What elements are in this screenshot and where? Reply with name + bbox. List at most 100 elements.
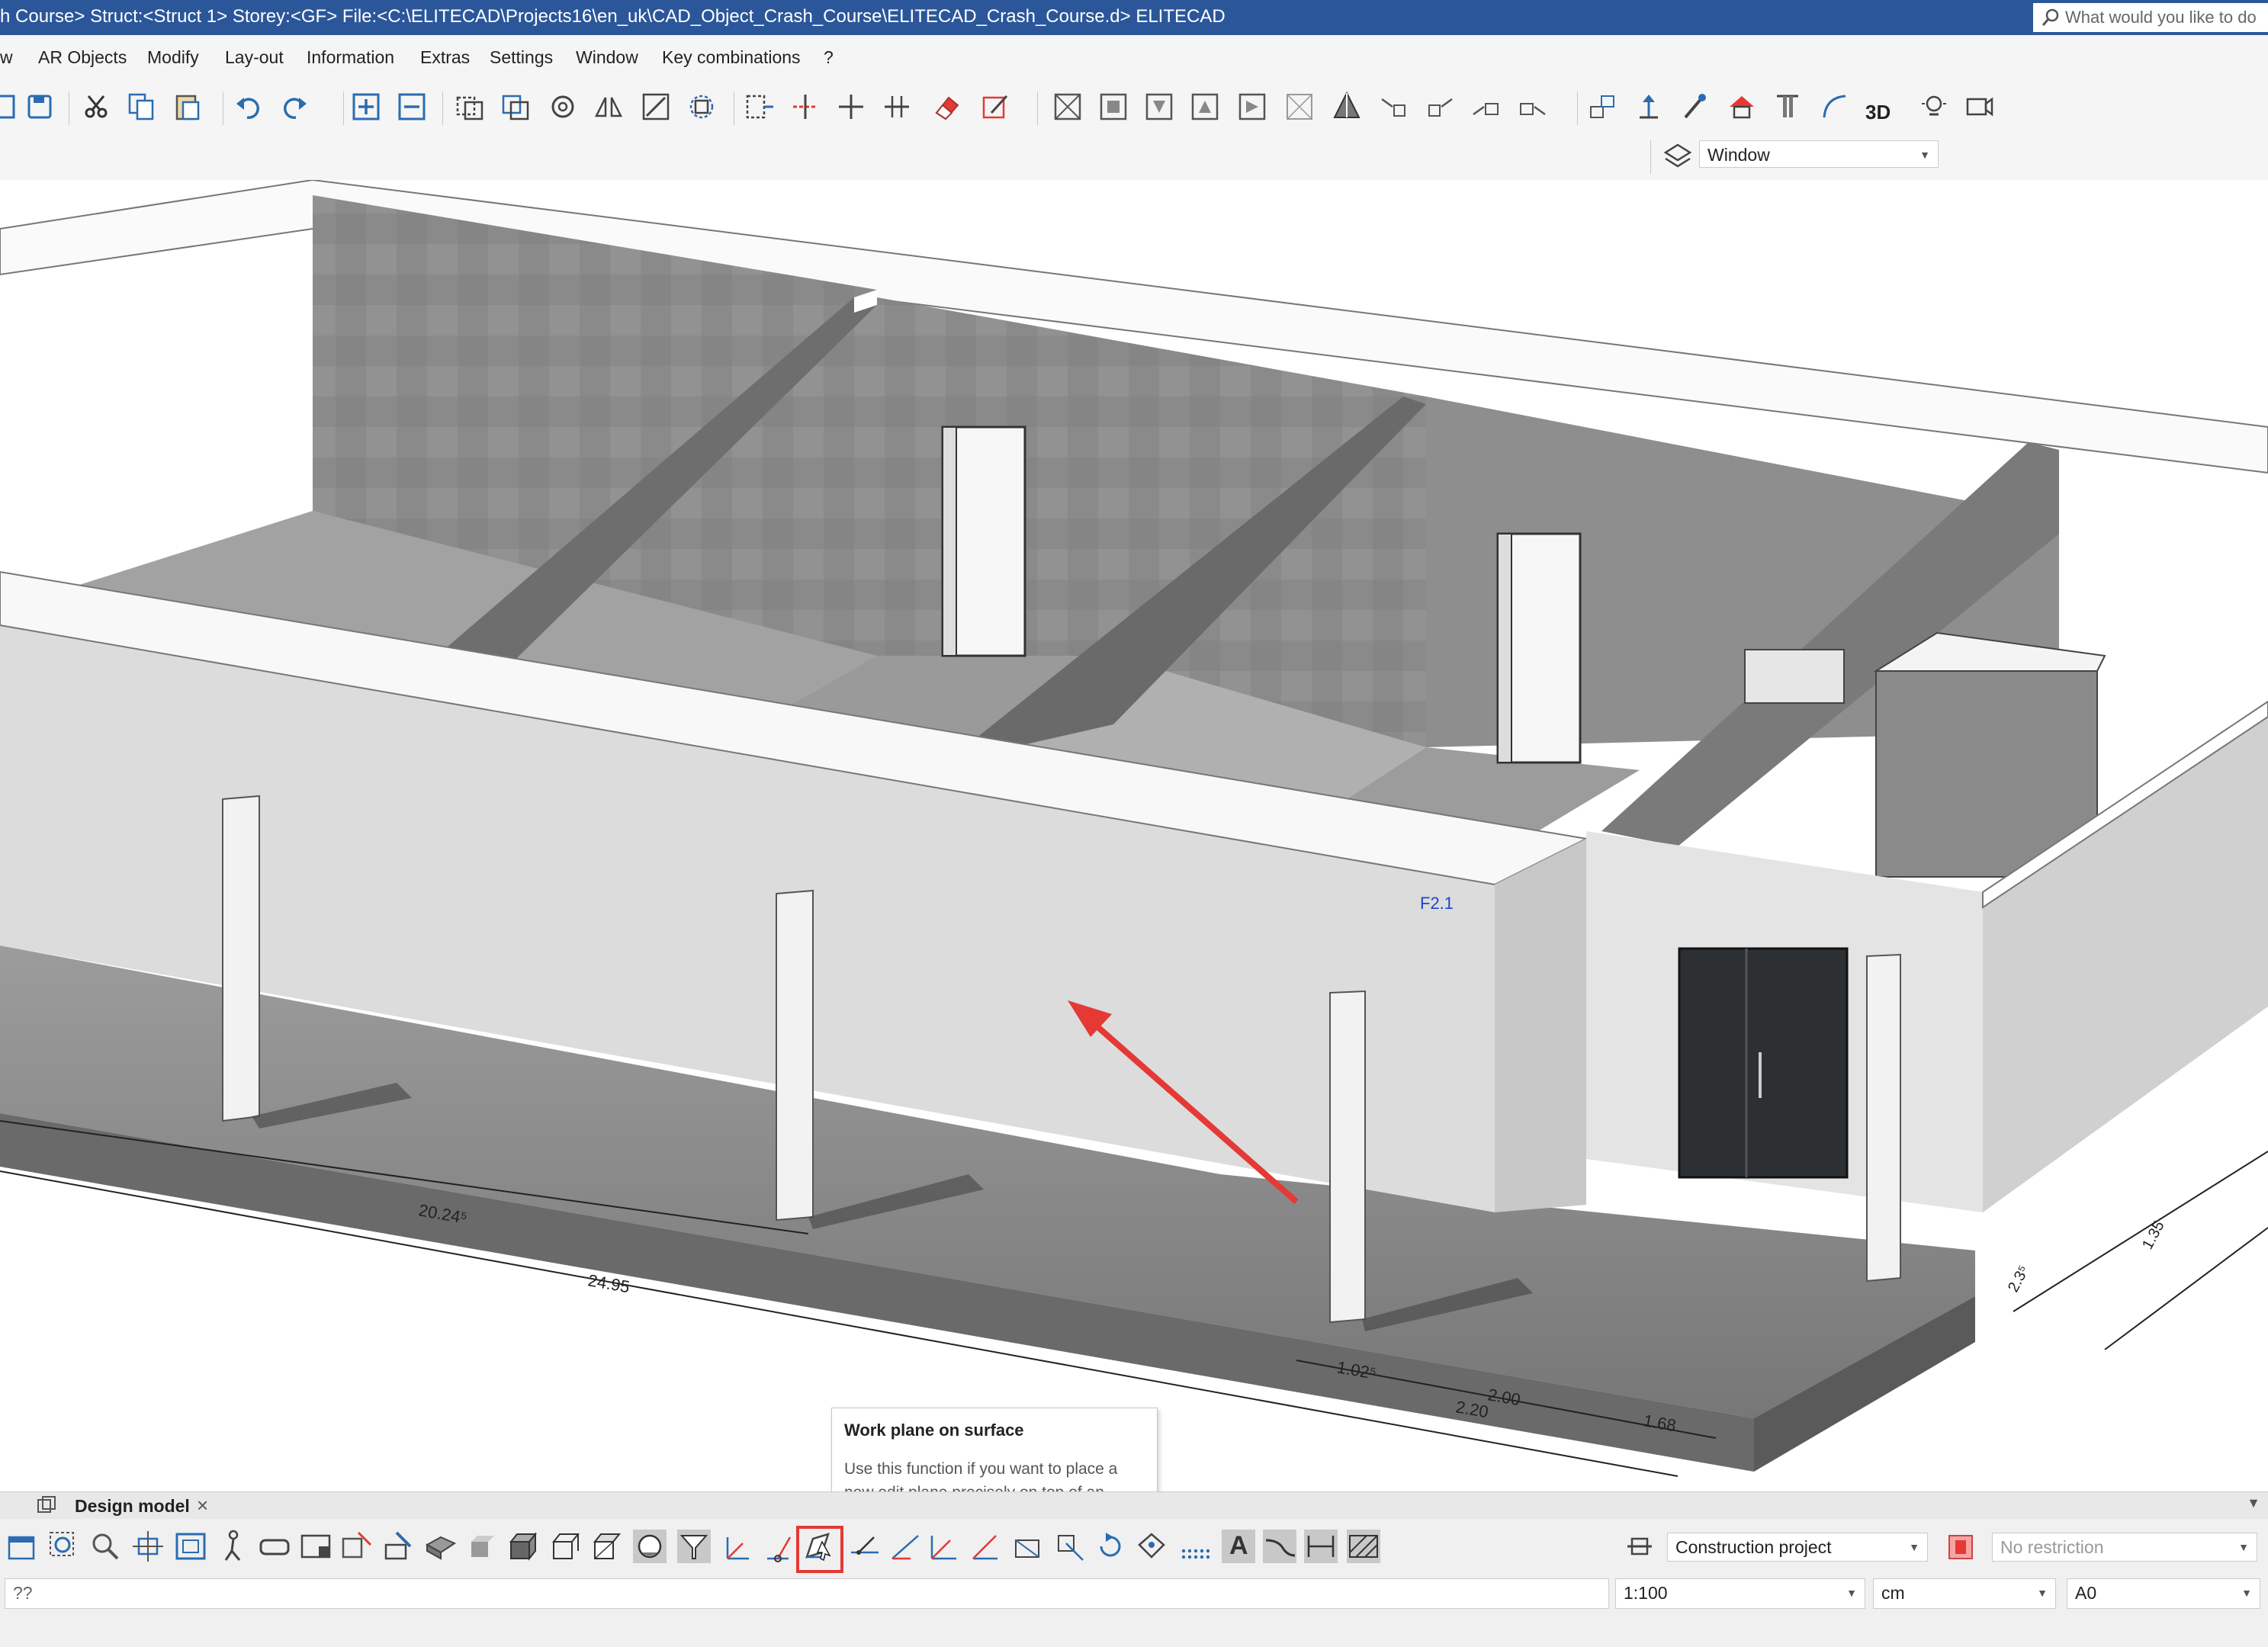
viewport-frame-icon[interactable] <box>299 1530 332 1563</box>
paint-icon[interactable] <box>1679 92 1710 122</box>
workplane-rotate-icon[interactable] <box>888 1530 921 1563</box>
trim-icon[interactable] <box>790 92 821 122</box>
solid-box-icon[interactable] <box>506 1530 540 1563</box>
dimension-toggle[interactable] <box>1304 1530 1338 1563</box>
workplane-reset-icon[interactable] <box>1094 1530 1127 1563</box>
light-icon[interactable] <box>1919 92 1949 122</box>
zoom-icon[interactable] <box>88 1530 122 1563</box>
restriction-icon[interactable] <box>1946 1533 1975 1562</box>
array-icon[interactable] <box>686 92 717 122</box>
workplane-object-icon[interactable] <box>1052 1530 1086 1563</box>
walk-icon[interactable] <box>217 1530 250 1563</box>
menu-modify[interactable]: Modify <box>147 47 199 68</box>
render-icon[interactable] <box>381 1530 415 1563</box>
camera-icon[interactable] <box>1964 92 1995 122</box>
redo-icon[interactable] <box>279 92 310 122</box>
menu-settings[interactable]: Settings <box>490 47 553 68</box>
project-icon <box>1627 1537 1652 1556</box>
shading-icon[interactable] <box>424 1530 458 1563</box>
hidden-line-box-icon[interactable] <box>590 1530 624 1563</box>
duplicate-icon[interactable] <box>500 92 531 122</box>
3d-viewport[interactable]: F2.1 20.24⁵ 24.95 1.02⁵ 2.00 2.20 1.68 2… <box>0 180 2268 1491</box>
copy-object-icon[interactable] <box>455 92 485 122</box>
menu-information[interactable]: Information <box>307 47 394 68</box>
arc-icon[interactable] <box>1820 92 1850 122</box>
view-iso-icon[interactable] <box>1332 92 1362 122</box>
filter-toggle[interactable] <box>677 1530 711 1563</box>
mirror-icon[interactable] <box>593 92 624 122</box>
dimension-line <box>2104 1227 2268 1350</box>
restriction-select[interactable]: No restriction ▼ <box>1992 1533 2257 1562</box>
layers-icon[interactable] <box>1662 142 1693 172</box>
grid-icon[interactable] <box>1177 1530 1211 1563</box>
view-northeast-icon[interactable] <box>1518 92 1548 122</box>
view-front-icon[interactable] <box>1098 92 1129 122</box>
line-toggle[interactable] <box>1263 1530 1296 1563</box>
zoom-window-icon[interactable] <box>47 1530 81 1563</box>
zoom-extents-icon[interactable] <box>174 1530 207 1563</box>
rotate-icon[interactable] <box>548 92 578 122</box>
view-southeast-icon[interactable] <box>1425 92 1455 122</box>
view-left-icon[interactable] <box>1237 92 1267 122</box>
pan-icon[interactable] <box>131 1530 165 1563</box>
close-icon[interactable]: × <box>197 1494 208 1517</box>
scale-icon[interactable] <box>641 92 671 122</box>
storey-icon[interactable] <box>1588 92 1618 122</box>
menu-help[interactable]: ? <box>824 47 834 68</box>
cut-icon[interactable] <box>81 92 111 122</box>
workplane-xy-icon[interactable] <box>927 1530 961 1563</box>
menu-window[interactable]: Window <box>576 47 638 68</box>
extend-icon[interactable] <box>836 92 866 122</box>
view-right-icon[interactable] <box>1144 92 1174 122</box>
divide-icon[interactable] <box>882 92 912 122</box>
menu-extras[interactable]: Extras <box>420 47 470 68</box>
hatch-toggle[interactable] <box>1347 1530 1380 1563</box>
menu-key-combinations[interactable]: Key combinations <box>662 47 801 68</box>
vr-goggles-icon[interactable] <box>258 1530 291 1563</box>
elevation-icon[interactable] <box>1634 92 1664 122</box>
paper-select[interactable]: A0 ▼ <box>2067 1578 2260 1609</box>
house-icon[interactable] <box>1727 92 1757 122</box>
save-icon[interactable] <box>0 92 20 122</box>
view-back-icon[interactable] <box>1190 92 1220 122</box>
command-input[interactable]: ?? <box>5 1578 1609 1609</box>
layer-select[interactable]: Window ▼ <box>1699 140 1939 168</box>
workplane-origin-icon[interactable] <box>763 1530 796 1563</box>
stretch-icon[interactable] <box>744 92 775 122</box>
workplane-two-points-icon[interactable] <box>848 1530 882 1563</box>
menu-ar-objects[interactable]: AR Objects <box>38 47 127 68</box>
section-icon[interactable] <box>340 1530 374 1563</box>
add-selection-icon[interactable] <box>351 92 381 122</box>
workplane-angle-icon[interactable] <box>969 1530 1002 1563</box>
copy-icon[interactable] <box>127 92 157 122</box>
search-box[interactable]: What would you like to do <box>2033 3 2268 32</box>
workplane-box-icon[interactable] <box>1011 1530 1045 1563</box>
axis-icon[interactable] <box>723 1530 757 1563</box>
save-as-icon[interactable] <box>24 92 55 122</box>
view-bottom-icon[interactable] <box>1284 92 1315 122</box>
unit-select[interactable]: cm ▼ <box>1873 1578 2056 1609</box>
wireframe-box-icon[interactable] <box>549 1530 583 1563</box>
text-toggle[interactable]: A <box>1222 1530 1255 1563</box>
3d-button[interactable]: 3D <box>1865 101 1891 124</box>
tab-design-model[interactable]: Design model <box>31 1492 190 1520</box>
tag-icon[interactable] <box>1135 1530 1168 1563</box>
column-icon[interactable] <box>1772 92 1803 122</box>
menu-layout[interactable]: Lay-out <box>225 47 284 68</box>
view-top-icon[interactable] <box>1052 92 1083 122</box>
window-icon[interactable] <box>6 1530 40 1563</box>
unit-value: cm <box>1881 1583 1905 1603</box>
eraser-icon[interactable] <box>932 92 962 122</box>
project-select[interactable]: Construction project ▼ <box>1667 1533 1928 1562</box>
remove-selection-icon[interactable] <box>397 92 427 122</box>
scale-select[interactable]: 1:100 ▼ <box>1615 1578 1865 1609</box>
view-southwest-icon[interactable] <box>1379 92 1409 122</box>
paste-icon[interactable] <box>172 92 203 122</box>
undo-icon[interactable] <box>233 92 264 122</box>
edit-attributes-icon[interactable] <box>981 92 1011 122</box>
view-northwest-icon[interactable] <box>1470 92 1501 122</box>
shadow-toggle[interactable] <box>633 1530 667 1563</box>
shaded-box-icon[interactable] <box>465 1530 499 1563</box>
menu-view[interactable]: w <box>0 47 13 68</box>
chevron-down-icon[interactable]: ▼ <box>2247 1495 2260 1511</box>
